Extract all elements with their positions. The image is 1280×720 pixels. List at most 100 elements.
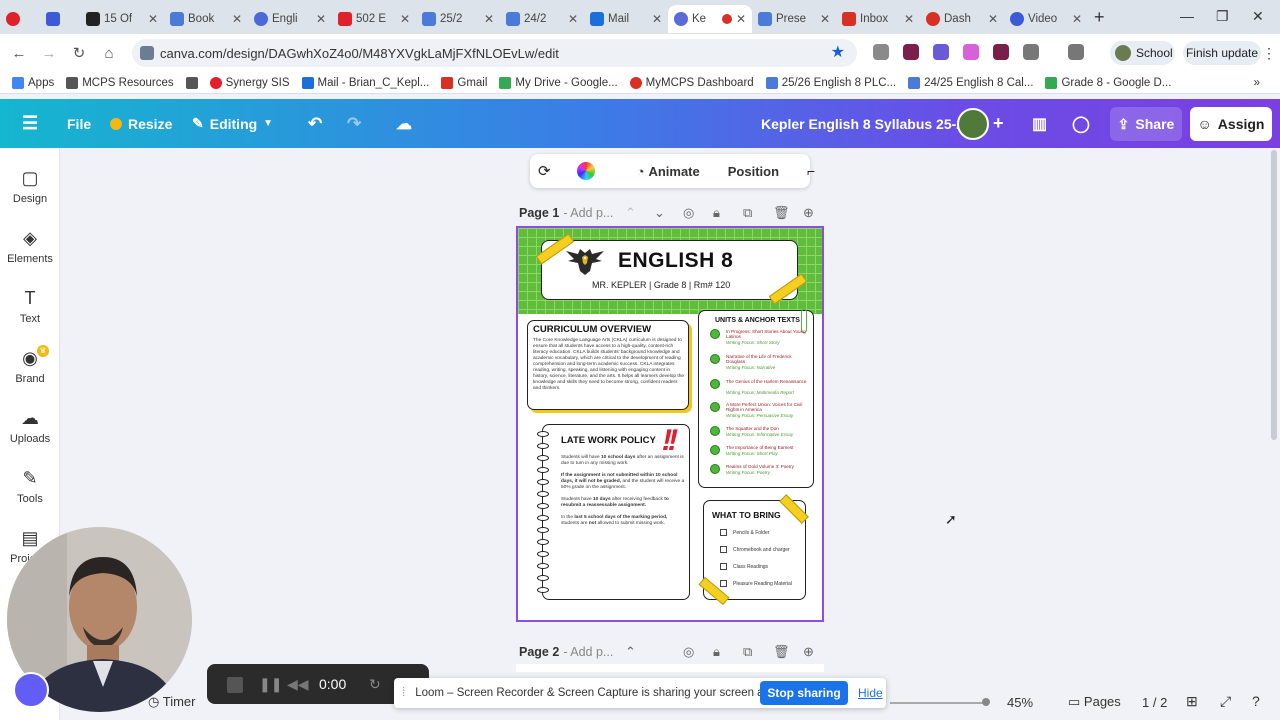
sidebar-item-brand[interactable]: ◉ Brand [0, 348, 60, 385]
grid-view-icon[interactable]: ⊞ [1186, 693, 1198, 710]
what-to-bring-box[interactable]: WHAT TO BRING Pencils & Folder Chromeboo… [703, 500, 806, 600]
bookmark-mcps-resources[interactable]: MCPS Resources [66, 76, 174, 89]
fullscreen-icon[interactable]: ⤢ [1220, 693, 1231, 710]
units-box[interactable]: UNITS & ANCHOR TEXTS In Progress: Short … [698, 309, 814, 488]
hamburger-menu-icon[interactable]: ☰ [22, 113, 38, 134]
close-icon[interactable]: ✕ [400, 12, 410, 26]
redo-icon[interactable]: ↷ [347, 114, 361, 134]
position-button[interactable]: Position [728, 164, 779, 179]
page-2-preview[interactable] [516, 664, 824, 672]
browser-tab[interactable]: Inbox ✕ [836, 5, 920, 33]
site-info-icon[interactable] [140, 46, 154, 60]
page-2-header[interactable]: Page 2- Add p... [519, 645, 613, 659]
sidebar-item-uploads[interactable]: ☁ Uploads [0, 408, 60, 445]
extension-kami-icon[interactable] [903, 44, 919, 60]
insights-chart-icon[interactable]: ▥ [1032, 114, 1047, 134]
browser-tab[interactable]: Video ✕ [1004, 5, 1088, 33]
close-icon[interactable]: ✕ [820, 12, 830, 26]
browser-tab[interactable]: 502 E ✕ [332, 5, 416, 33]
restart-icon[interactable]: ↻ [369, 676, 381, 693]
close-icon[interactable]: ✕ [148, 12, 158, 26]
pages-button[interactable]: ▭ Pages [1068, 694, 1121, 710]
back-icon[interactable]: ← [4, 45, 34, 62]
reload-icon[interactable]: ↻ [64, 44, 94, 62]
editing-mode-button[interactable]: ✎ Editing ▼ [192, 115, 273, 132]
title-card[interactable]: ENGLISH 8 MR. KEPLER | Grade 8 | Rm# 120 [541, 240, 798, 300]
tab-settings[interactable] [40, 5, 80, 33]
stop-recording-icon[interactable] [227, 677, 243, 693]
help-icon[interactable]: ? [1252, 693, 1260, 709]
bookmark-plc[interactable]: 25/26 English 8 PLC... [765, 76, 896, 89]
browser-tab[interactable]: Book ✕ [164, 5, 248, 33]
duplicate-icon[interactable]: ⧉ [743, 205, 752, 221]
close-icon[interactable]: ✕ [232, 12, 242, 26]
paint-format-icon[interactable]: ⌐ [807, 163, 815, 179]
profile-button[interactable]: School [1110, 41, 1175, 65]
trash-icon[interactable]: 🗑︎ [773, 644, 790, 660]
stop-sharing-button[interactable]: Stop sharing [760, 681, 848, 705]
bookmark-synergy[interactable]: Synergy SIS [209, 76, 290, 89]
extension-settings-icon[interactable] [933, 44, 949, 60]
extension-icon[interactable] [873, 44, 889, 60]
bookmark-star-icon[interactable]: ★ [831, 42, 845, 62]
add-page-icon[interactable]: ⊕ [803, 644, 814, 660]
bookmark-grade8[interactable]: Grade 8 - Google D... [1045, 76, 1171, 89]
browser-tab-active[interactable]: Ke ✕ [668, 5, 752, 33]
cast-icon[interactable] [1068, 44, 1084, 60]
sidebar-item-text[interactable]: T Text [0, 288, 60, 325]
close-window-icon[interactable]: ✕ [1252, 8, 1264, 25]
close-icon[interactable]: ✕ [988, 12, 998, 26]
chevron-up-icon[interactable]: ⌃ [625, 644, 636, 660]
extension-arrow-icon[interactable] [963, 44, 979, 60]
assign-button[interactable]: ☺ Assign [1190, 107, 1272, 141]
zoom-level[interactable]: 45% [1007, 695, 1033, 710]
lock-icon[interactable]: 🔒︎ [713, 205, 720, 221]
resize-button[interactable]: Resize [110, 116, 172, 132]
close-icon[interactable]: ✕ [652, 12, 662, 26]
share-button[interactable]: ⇪ Share [1110, 107, 1182, 141]
bookmark-drive[interactable]: My Drive - Google... [499, 76, 618, 89]
finish-update-button[interactable]: Finish update [1183, 41, 1261, 65]
scrollbar[interactable] [1271, 150, 1277, 440]
new-tab-icon[interactable]: + [1094, 7, 1105, 28]
design-page[interactable]: ENGLISH 8 MR. KEPLER | Grade 8 | Rm# 120… [516, 226, 824, 622]
browser-tab[interactable]: Dash ✕ [920, 5, 1004, 33]
url-field[interactable]: canva.com/design/DAGwhXoZ4o0/M48YXVgkLaM… [132, 39, 857, 67]
zoom-slider-handle[interactable] [982, 698, 990, 706]
rewind-icon[interactable]: ◀◀ [287, 676, 309, 693]
bookmark-mail[interactable]: Mail - Brian_C_Kepl... [301, 76, 429, 89]
add-page-title[interactable]: - Add p... [563, 645, 613, 659]
browser-tab[interactable]: Mail ✕ [584, 5, 668, 33]
browser-tab[interactable]: 15 Of ✕ [80, 5, 164, 33]
add-page-title[interactable]: - Add p... [563, 206, 613, 220]
curriculum-overview-box[interactable]: CURRICULUM OVERVIEW The Core Knowledge L… [527, 320, 689, 410]
sidebar-item-design[interactable]: ▢ Design [0, 168, 60, 205]
extension-screenshot-icon[interactable] [993, 44, 1009, 60]
browser-tab[interactable]: 24/2 ✕ [500, 5, 584, 33]
avatar[interactable] [957, 107, 989, 140]
forward-icon[interactable]: → [34, 45, 64, 62]
sidebar-item-elements[interactable]: ◈ Elements [0, 228, 60, 265]
loom-logo-icon[interactable] [13, 672, 49, 708]
bookmark-gmail[interactable]: Gmail [441, 76, 487, 89]
minimize-icon[interactable]: — [1180, 8, 1194, 24]
lock-icon[interactable]: 🔒︎ [713, 644, 720, 660]
zoom-slider[interactable] [890, 702, 985, 704]
ai-edit-icon[interactable]: ⟳ [538, 162, 551, 180]
browser-tab[interactable]: Engli ✕ [248, 5, 332, 33]
browser-tab[interactable]: 25/2 ✕ [416, 5, 500, 33]
drag-handle-icon[interactable]: ⁞ [402, 687, 405, 699]
animate-button[interactable]: Animate [648, 164, 699, 179]
file-menu[interactable]: File [67, 116, 91, 132]
document-title[interactable]: Kepler English 8 Syllabus 25-26 [761, 116, 972, 132]
comment-icon[interactable]: ◯ [1072, 114, 1090, 134]
trash-icon[interactable]: 🗑︎ [773, 205, 790, 221]
duplicate-icon[interactable]: ⧉ [743, 644, 752, 660]
menu-dots-icon[interactable]: ⋮ [1262, 45, 1276, 62]
tab-recording[interactable] [0, 5, 40, 33]
cloud-saved-icon[interactable]: ☁ [396, 114, 412, 134]
sidebar-item-tools[interactable]: ✎ Tools [0, 468, 60, 505]
close-icon[interactable]: ✕ [568, 12, 578, 26]
home-icon[interactable]: ⌂ [94, 45, 124, 62]
hide-eye-icon[interactable]: ◎ [683, 644, 694, 660]
